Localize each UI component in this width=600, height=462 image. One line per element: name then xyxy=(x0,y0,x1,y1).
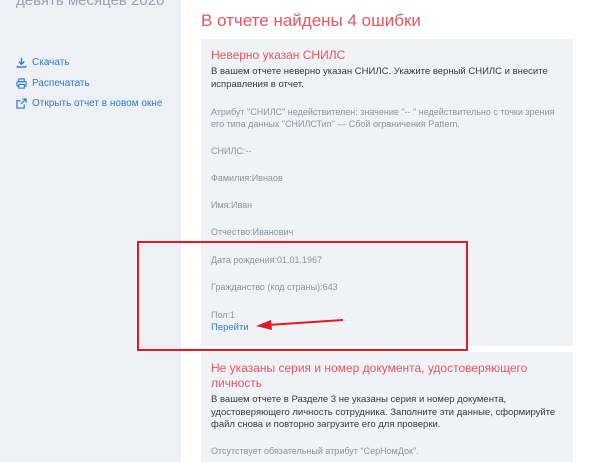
annotation-arrow-icon xyxy=(256,319,344,330)
